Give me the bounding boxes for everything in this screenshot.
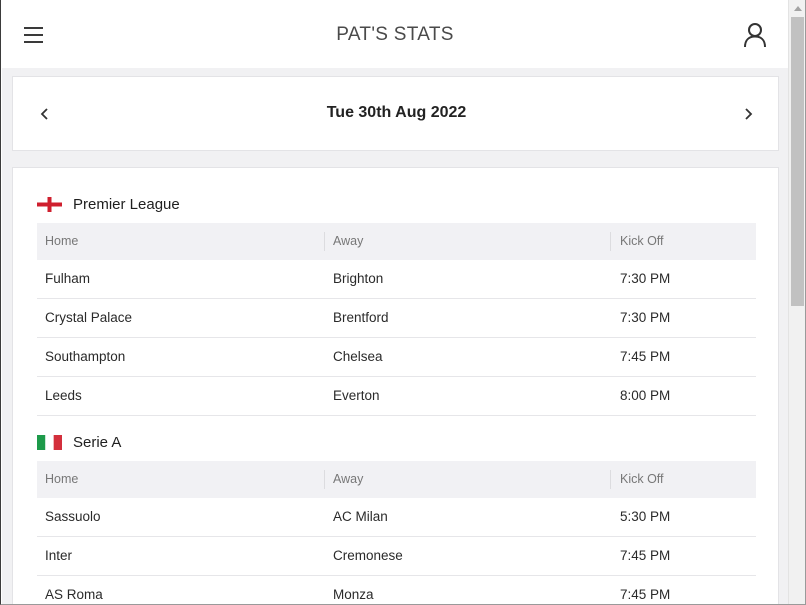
kickoff-time: 8:00 PM: [620, 388, 671, 403]
app-title: PAT'S STATS: [336, 24, 454, 45]
home-team: Crystal Palace: [45, 310, 133, 325]
home-team: AS Roma: [45, 587, 103, 602]
scroll-up-arrow-icon[interactable]: [794, 6, 802, 11]
home-team: Fulham: [45, 271, 91, 286]
england-flag-graphic: [37, 197, 62, 212]
england-flag-icon: [37, 197, 62, 212]
browser-frame: PAT'S STATS Tue 30th Aug 2022 Premier Le…: [0, 0, 806, 605]
kickoff-time: 7:30 PM: [620, 310, 671, 325]
league-name: Premier League: [73, 196, 180, 213]
table-row[interactable]: Crystal Palace Brentford 7:30 PM: [37, 299, 756, 338]
away-team: Everton: [333, 388, 380, 403]
app-root: PAT'S STATS Tue 30th Aug 2022 Premier Le…: [2, 0, 788, 604]
table-row[interactable]: Sassuolo AC Milan 5:30 PM: [37, 498, 756, 537]
kickoff-time: 7:45 PM: [620, 548, 671, 563]
away-team: Chelsea: [333, 349, 383, 364]
date-navigator: Tue 30th Aug 2022: [12, 76, 779, 151]
column-divider: [324, 470, 325, 489]
chevron-right-graphic: [745, 108, 753, 120]
column-divider: [610, 232, 611, 251]
home-team: Inter: [45, 548, 73, 563]
away-team: Cremonese: [333, 548, 403, 563]
away-team: AC Milan: [333, 509, 388, 524]
away-team: Brighton: [333, 271, 384, 286]
table-header: Home Away Kick Off: [37, 223, 756, 260]
kickoff-time: 7:30 PM: [620, 271, 671, 286]
user-icon-graphic: [744, 23, 766, 48]
table-row[interactable]: Inter Cremonese 7:45 PM: [37, 537, 756, 576]
column-divider: [610, 470, 611, 489]
user-icon[interactable]: [743, 22, 767, 48]
table-row[interactable]: Fulham Brighton 7:30 PM: [37, 260, 756, 299]
league-header: Serie A: [37, 425, 756, 461]
column-header-home[interactable]: Home: [45, 461, 78, 498]
away-team: Brentford: [333, 310, 389, 325]
top-app-bar: PAT'S STATS: [2, 0, 788, 68]
league-serie-a: Serie A Home Away Kick Off Sassuolo AC M…: [37, 425, 756, 604]
selected-date: Tue 30th Aug 2022: [326, 104, 467, 121]
scrollbar-thumb[interactable]: [791, 17, 804, 306]
league-premier-league: Premier League Home Away Kick Off Fulham…: [37, 187, 756, 416]
home-team: Leeds: [45, 388, 82, 403]
kickoff-time: 7:45 PM: [620, 587, 671, 602]
table-row[interactable]: Leeds Everton 8:00 PM: [37, 377, 756, 416]
column-header-kickoff[interactable]: Kick Off: [620, 223, 664, 260]
italy-flag-graphic: [37, 435, 62, 450]
column-header-kickoff[interactable]: Kick Off: [620, 461, 664, 498]
column-header-away[interactable]: Away: [333, 223, 363, 260]
league-header: Premier League: [37, 187, 756, 223]
kickoff-time: 7:45 PM: [620, 349, 671, 364]
vertical-scrollbar[interactable]: [788, 0, 805, 604]
home-team: Sassuolo: [45, 509, 101, 524]
chevron-right-icon[interactable]: [737, 102, 759, 126]
column-header-home[interactable]: Home: [45, 223, 78, 260]
table-row[interactable]: AS Roma Monza 7:45 PM: [37, 576, 756, 604]
column-header-away[interactable]: Away: [333, 461, 363, 498]
column-divider: [324, 232, 325, 251]
kickoff-time: 5:30 PM: [620, 509, 671, 524]
italy-flag-icon: [37, 435, 62, 450]
fixtures-list: Premier League Home Away Kick Off Fulham…: [12, 167, 779, 604]
league-name: Serie A: [73, 434, 122, 451]
table-row[interactable]: Southampton Chelsea 7:45 PM: [37, 338, 756, 377]
table-header: Home Away Kick Off: [37, 461, 756, 498]
away-team: Monza: [333, 587, 374, 602]
home-team: Southampton: [45, 349, 126, 364]
